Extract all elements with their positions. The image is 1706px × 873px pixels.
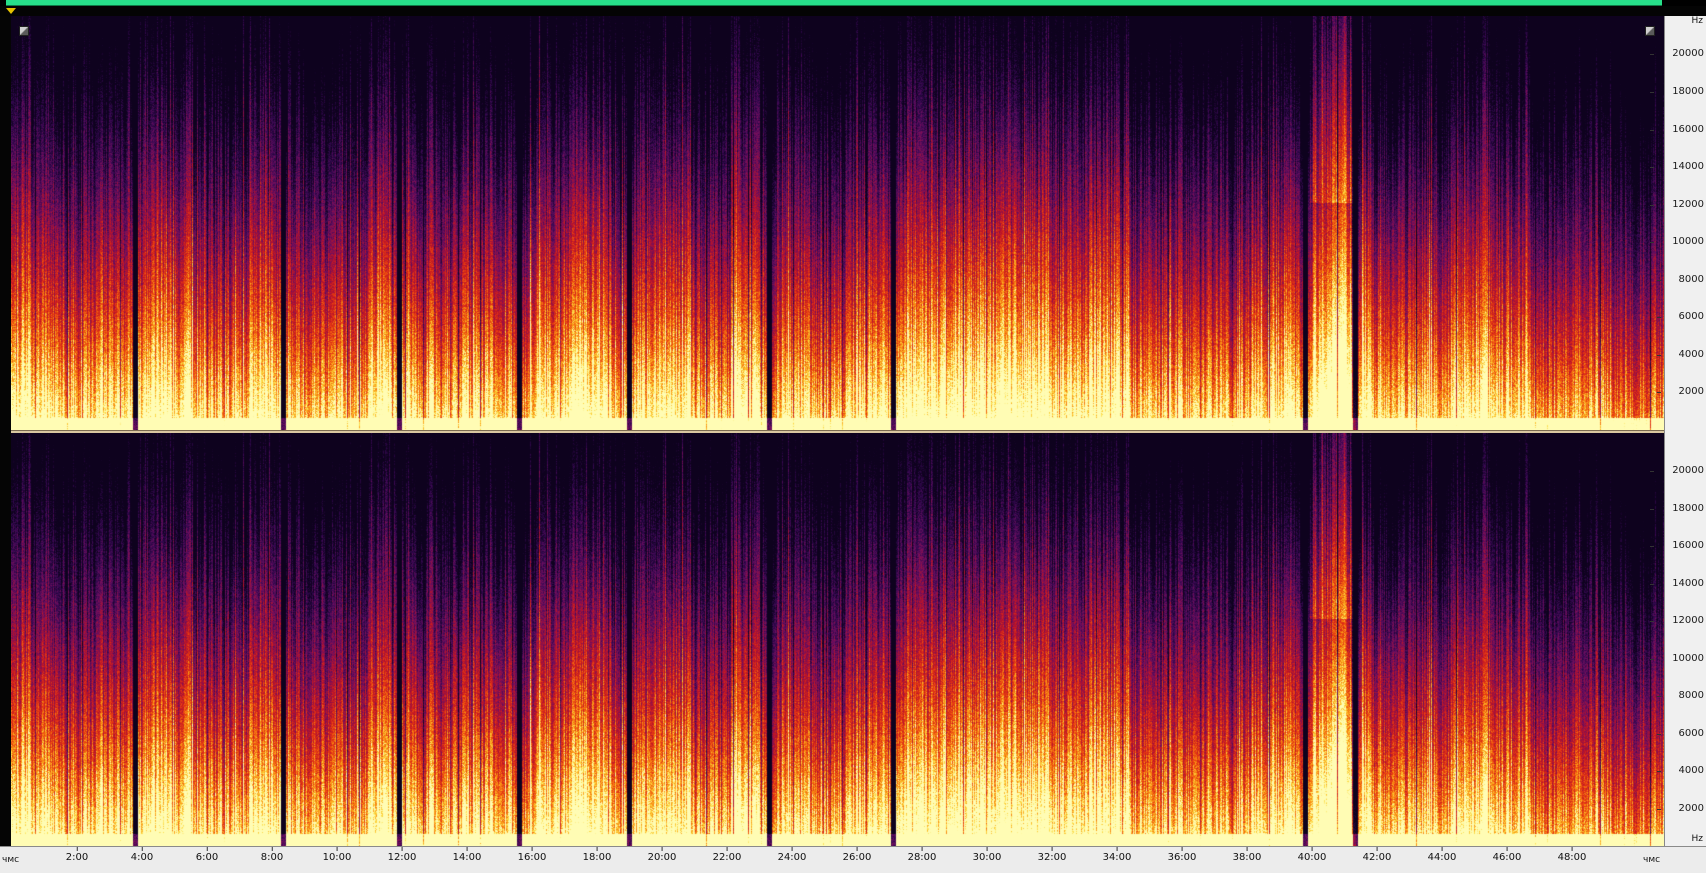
time-tick-label: 36:00 [1167, 847, 1197, 863]
time-tick-label: 12:00 [387, 847, 417, 863]
time-tick-label: 20:00 [647, 847, 677, 863]
time-tick-label: 30:00 [972, 847, 1002, 863]
left-edge-strip [0, 16, 11, 846]
time-tick-label: 48:00 [1557, 847, 1587, 863]
time-tick-label: 10:00 [322, 847, 352, 863]
freq-tick-label: 10000 [1650, 652, 1704, 664]
time-tick-label: 2:00 [65, 847, 89, 863]
time-tick-label: 26:00 [842, 847, 872, 863]
freq-tick-label: 14000 [1650, 161, 1704, 173]
freq-tick-label: 20000 [1650, 48, 1704, 60]
freq-tick-label: 4000 [1656, 765, 1704, 777]
spectral-editor: Hz Hz 20000 18000 16000 14000 12000 10000 8000… [0, 0, 1706, 873]
time-tick-label: 8:00 [260, 847, 284, 863]
freq-tick-label: 12000 [1650, 198, 1704, 210]
time-ruler[interactable]: чмс чмс 2:00 4:00 6:00 8:00 10:00 12:00 14:00 1… [0, 846, 1706, 873]
freq-unit-bottom: Hz [1691, 834, 1704, 844]
spectrogram-canvas-top[interactable] [11, 16, 1664, 430]
freq-unit-top: Hz [1691, 16, 1704, 26]
freq-tick-label: 8000 [1656, 273, 1704, 285]
freq-tick-label: 12000 [1650, 615, 1704, 627]
time-tick-label: 4:00 [130, 847, 154, 863]
freq-tick-label: 2000 [1656, 386, 1704, 398]
freq-tick-label: 16000 [1650, 540, 1704, 552]
spectrogram-channel-bottom[interactable] [11, 433, 1664, 846]
time-tick-label: 16:00 [517, 847, 547, 863]
freq-tick-label: 18000 [1650, 502, 1704, 514]
time-tick-label: 14:00 [452, 847, 482, 863]
freq-tick-label: 16000 [1650, 123, 1704, 135]
zoom-corner-icon[interactable] [19, 26, 29, 36]
playhead-marker-icon[interactable] [6, 8, 16, 14]
freq-tick-label: 2000 [1656, 802, 1704, 814]
time-tick-label: 32:00 [1037, 847, 1067, 863]
time-tick-label: 6:00 [195, 847, 219, 863]
time-start-label: чмс [2, 855, 20, 865]
spectrogram-canvas-bottom[interactable] [11, 433, 1664, 846]
freq-tick-label: 4000 [1656, 348, 1704, 360]
time-tick-label: 46:00 [1492, 847, 1522, 863]
time-tick-label: 34:00 [1102, 847, 1132, 863]
freq-tick-label: 8000 [1656, 690, 1704, 702]
time-end-label: чмс [1643, 855, 1661, 865]
freq-tick-label: 18000 [1650, 86, 1704, 98]
freq-tick-label: 14000 [1650, 577, 1704, 589]
zoom-corner-icon[interactable] [1645, 26, 1655, 36]
time-tick-label: 40:00 [1297, 847, 1327, 863]
freq-tick-label: 6000 [1656, 727, 1704, 739]
time-tick-label: 42:00 [1362, 847, 1392, 863]
time-tick-label: 38:00 [1232, 847, 1262, 863]
frequency-ruler[interactable]: Hz Hz 20000 18000 16000 14000 12000 10000 8000… [1650, 16, 1706, 846]
time-tick-label: 24:00 [777, 847, 807, 863]
time-tick-label: 28:00 [907, 847, 937, 863]
time-tick-label: 18:00 [582, 847, 612, 863]
timeline-top-strip [0, 6, 1706, 16]
spectrogram-channel-top[interactable] [11, 16, 1664, 430]
time-tick-label: 22:00 [712, 847, 742, 863]
freq-tick-label: 10000 [1650, 236, 1704, 248]
time-tick-label: 44:00 [1427, 847, 1457, 863]
freq-tick-label: 20000 [1650, 465, 1704, 477]
freq-tick-label: 6000 [1656, 311, 1704, 323]
